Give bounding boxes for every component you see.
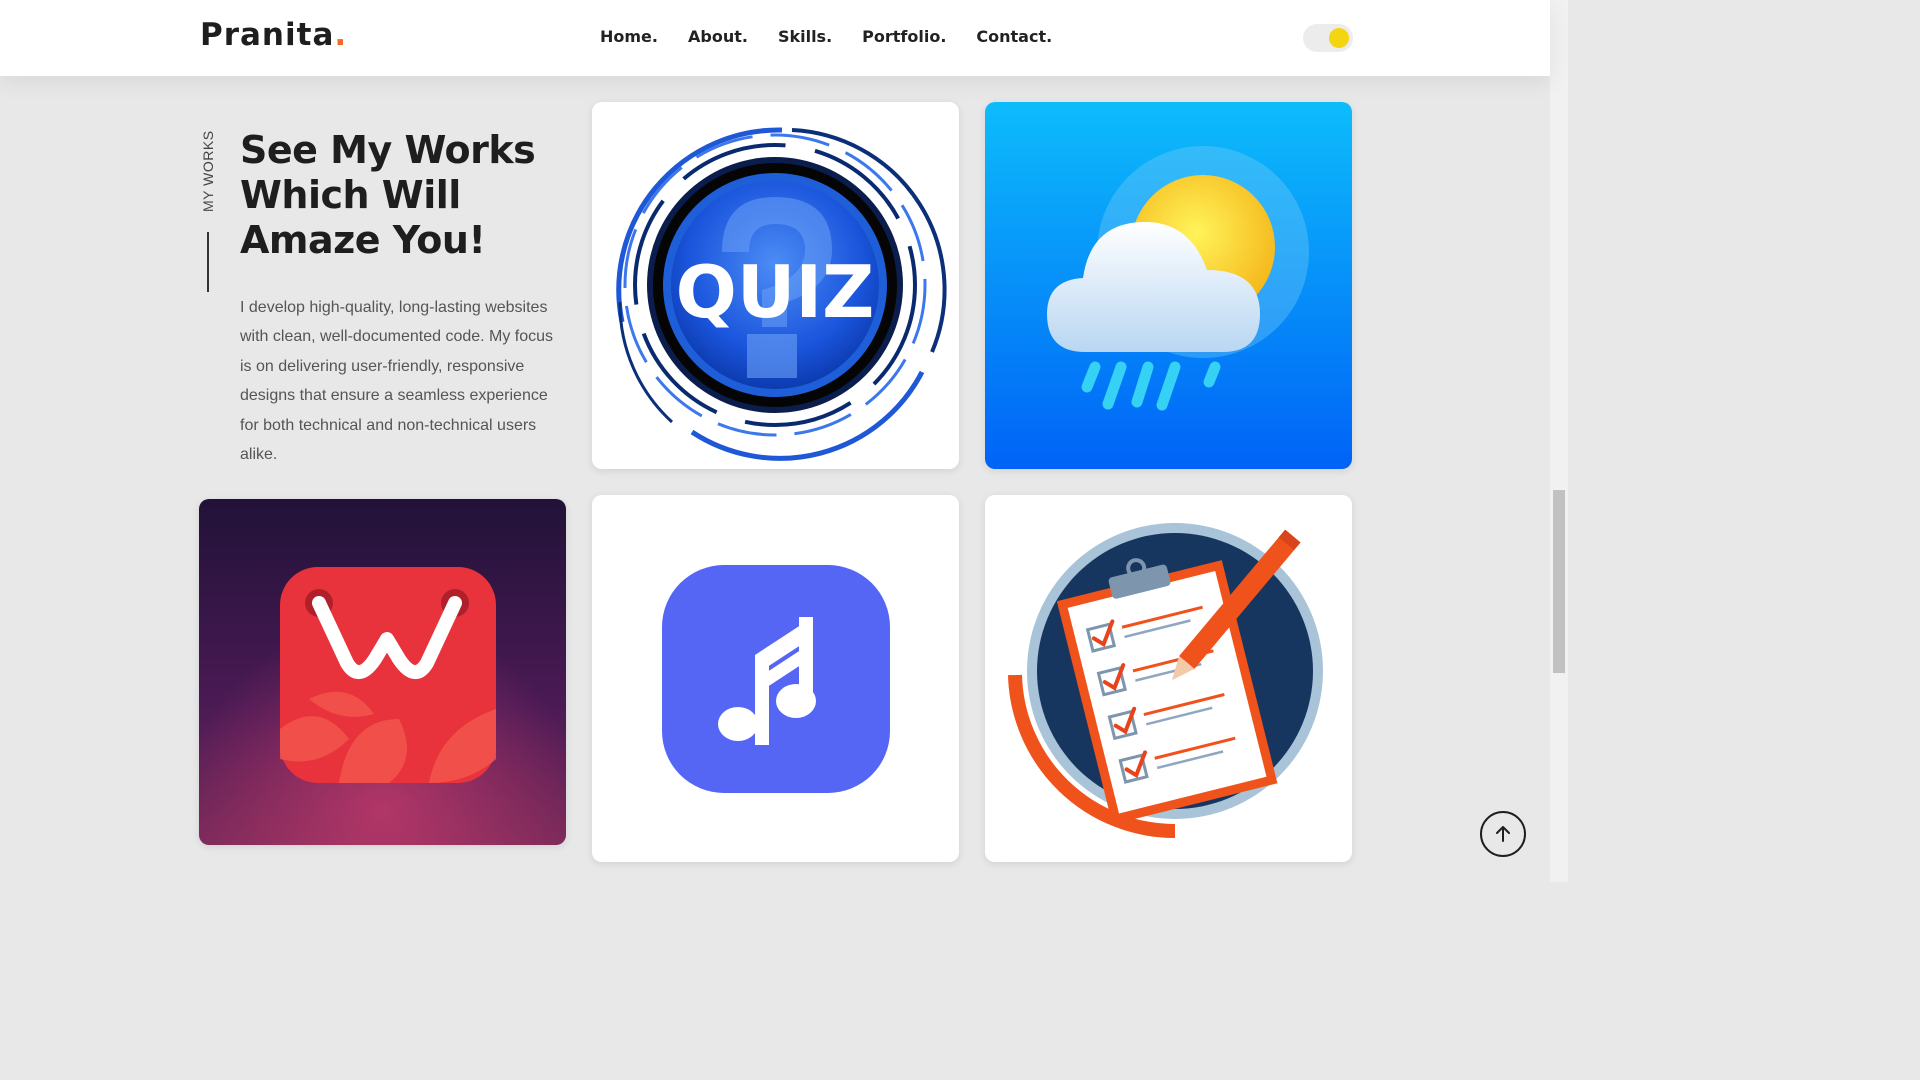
arrow-up-icon: [1496, 826, 1510, 842]
music-app-thumbnail[interactable]: [592, 495, 959, 862]
nav-home[interactable]: Home.: [600, 27, 658, 46]
wishlist-icon: [199, 499, 566, 845]
quiz-icon: QUIZ: [592, 102, 959, 469]
quiz-app-thumbnail[interactable]: QUIZ: [592, 102, 959, 469]
weather-icon: [985, 102, 1352, 469]
site-header: Pranita. Home. About. Skills. Portfolio.…: [0, 0, 1550, 76]
section-label: MY WORKS: [200, 130, 216, 212]
music-note-icon: [592, 495, 959, 862]
main-nav: Home. About. Skills. Portfolio. Contact.: [600, 27, 1052, 46]
section-divider: [207, 232, 209, 292]
page-scrollbar[interactable]: [1550, 0, 1568, 882]
back-to-top-button[interactable]: [1480, 811, 1526, 857]
nav-contact[interactable]: Contact.: [976, 27, 1052, 46]
quiz-text: QUIZ: [676, 250, 875, 334]
theme-toggle[interactable]: [1303, 24, 1353, 52]
logo-dot: .: [334, 17, 348, 53]
scrollbar-thumb[interactable]: [1553, 490, 1565, 673]
weather-app-thumbnail[interactable]: [985, 102, 1352, 469]
sun-icon: [1329, 28, 1349, 48]
section-description: I develop high-quality, long-lasting web…: [240, 299, 554, 464]
nav-about[interactable]: About.: [688, 27, 748, 46]
page: Pranita. Home. About. Skills. Portfolio.…: [0, 0, 1568, 882]
wishlist-app-thumbnail[interactable]: [199, 499, 566, 845]
site-logo[interactable]: Pranita.: [200, 17, 347, 53]
todo-app-thumbnail[interactable]: [985, 495, 1352, 862]
nav-skills[interactable]: Skills.: [778, 27, 832, 46]
checklist-icon: [985, 495, 1352, 862]
section-title: See My Works Which Will Amaze You!: [240, 128, 536, 262]
nav-portfolio[interactable]: Portfolio.: [862, 27, 946, 46]
